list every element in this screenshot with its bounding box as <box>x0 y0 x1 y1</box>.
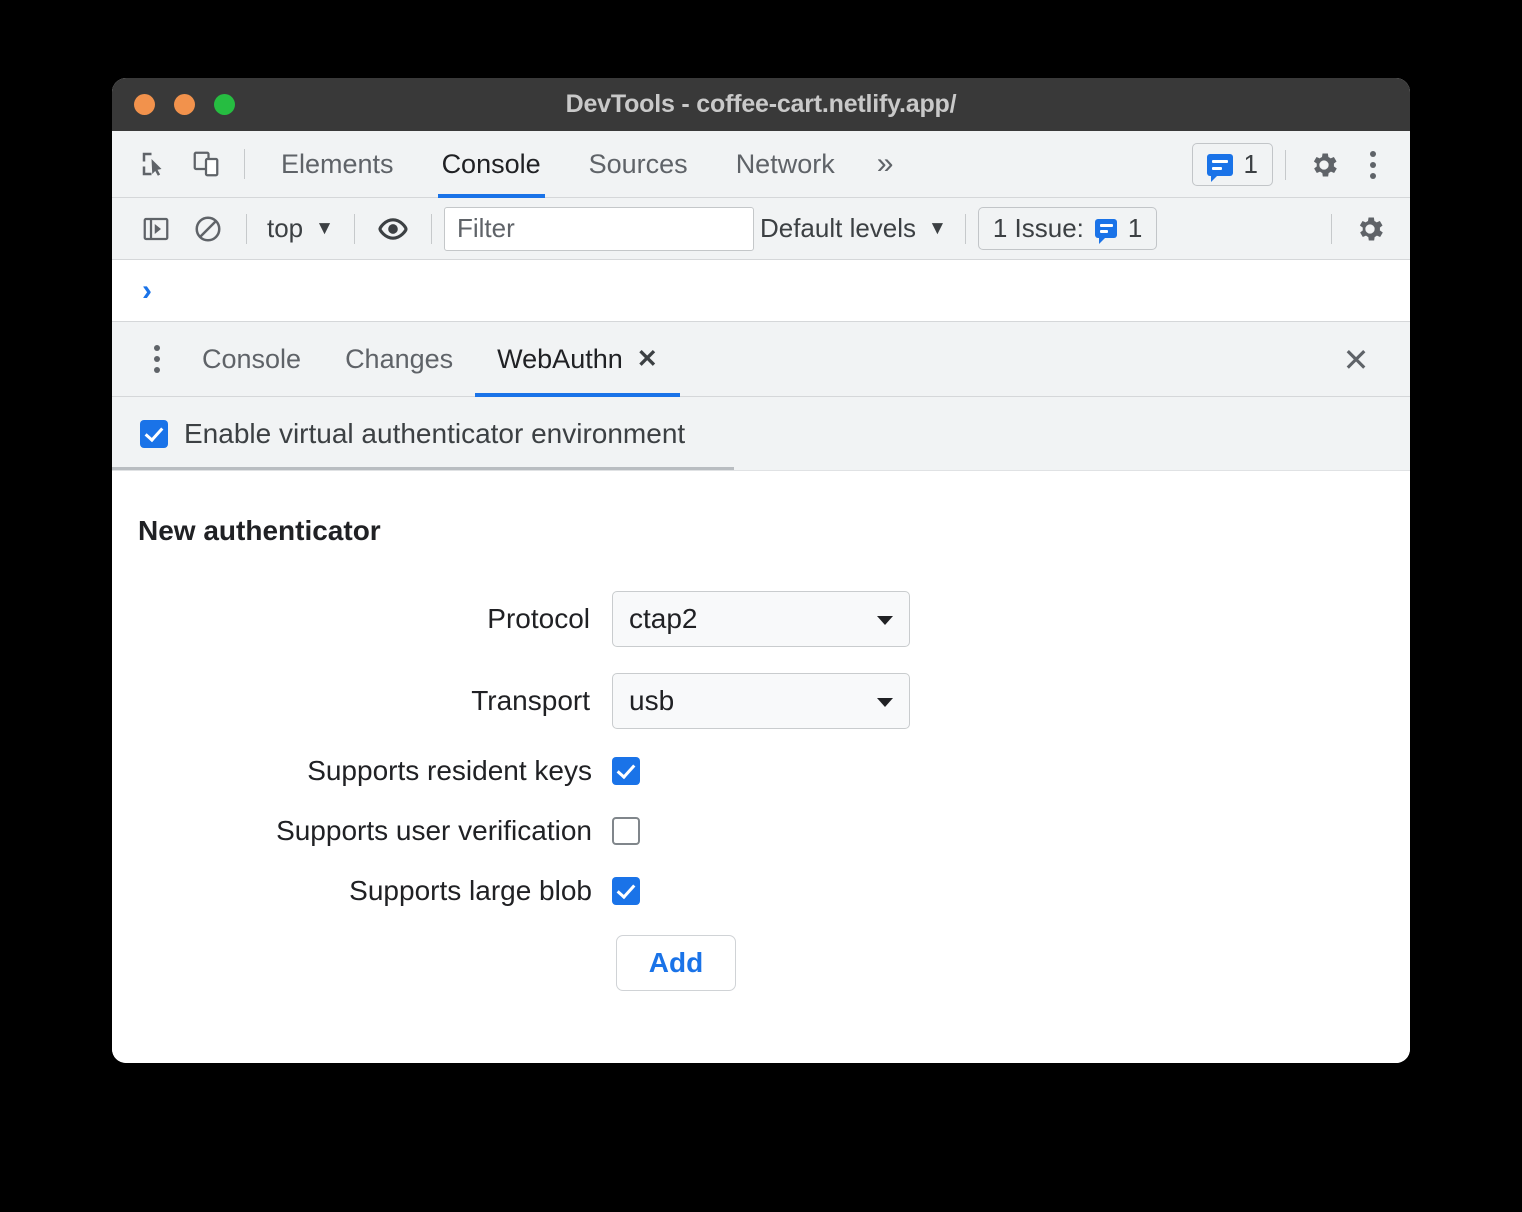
transport-select[interactable]: usb <box>612 673 910 729</box>
console-prompt-row[interactable]: › <box>112 260 1410 322</box>
tab-network-label: Network <box>735 148 835 179</box>
more-tabs-icon[interactable]: » <box>859 131 912 198</box>
execution-context-selector[interactable]: top ▼ <box>259 213 342 244</box>
live-expression-eye-icon[interactable] <box>367 203 419 255</box>
protocol-select[interactable]: ctap2 <box>612 591 910 647</box>
clear-console-icon[interactable] <box>182 203 234 255</box>
filter-input[interactable] <box>443 206 754 251</box>
transport-label: Transport <box>471 685 590 716</box>
console-settings-group <box>1319 198 1396 260</box>
close-icon[interactable]: ✕ <box>637 346 658 372</box>
issue-bubble-icon <box>1206 153 1233 182</box>
large-blob-row: Supports large blob <box>112 875 1410 907</box>
user-verification-label: Supports user verification <box>276 815 592 846</box>
console-toolbar-divider-1 <box>246 213 247 244</box>
resident-keys-row: Supports resident keys <box>112 755 1410 787</box>
minimize-window-button[interactable] <box>174 94 195 115</box>
gear-icon[interactable] <box>1298 139 1350 191</box>
tab-console[interactable]: Console <box>418 131 565 198</box>
panel-tabs: Elements Console Sources Network <box>257 131 859 198</box>
gear-icon[interactable] <box>1344 203 1396 255</box>
issues-counter-button[interactable]: 1 <box>1191 143 1273 186</box>
tab-console-label: Console <box>441 148 541 179</box>
maximize-window-button[interactable] <box>214 94 235 115</box>
title-bar: DevTools - coffee-cart.netlify.app/ <box>112 78 1410 131</box>
resident-keys-label: Supports resident keys <box>307 755 592 786</box>
transport-value: usb <box>629 685 675 716</box>
inspect-element-icon[interactable] <box>128 138 180 190</box>
console-toolbar-divider-2 <box>353 213 355 244</box>
kebab-menu-icon[interactable] <box>134 336 180 382</box>
screenshot-root: DevTools - coffee-cart.netlify.app/ Elem… <box>0 0 1522 1212</box>
drawer-tab-console[interactable]: Console <box>180 322 323 397</box>
user-verification-row: Supports user verification <box>112 815 1410 847</box>
more-tabs-glyph: » <box>876 147 894 180</box>
protocol-value: ctap2 <box>629 603 698 634</box>
tab-elements[interactable]: Elements <box>257 131 418 198</box>
tab-elements-label: Elements <box>281 148 394 179</box>
transport-row: Transport usb <box>112 673 1410 729</box>
tab-sources-label: Sources <box>588 148 688 179</box>
tab-network[interactable]: Network <box>712 131 859 198</box>
issue-bubble-icon <box>1094 219 1117 244</box>
drawer-tab-bar: Console Changes WebAuthn ✕ ✕ <box>112 322 1410 397</box>
enable-authenticator-label: Enable virtual authenticator environment <box>184 417 686 449</box>
close-icon: ✕ <box>1342 341 1370 378</box>
toolbar-divider-2 <box>1285 149 1286 180</box>
close-window-button[interactable] <box>134 94 155 115</box>
chevron-down-icon: ▼ <box>315 218 334 239</box>
large-blob-checkbox[interactable] <box>612 877 640 905</box>
enable-authenticator-checkbox[interactable] <box>140 419 168 448</box>
console-toolbar-divider-5 <box>1331 214 1332 244</box>
drawer-tab-changes[interactable]: Changes <box>323 322 475 397</box>
toolbar-divider <box>244 149 245 179</box>
console-toolbar: top ▼ Default levels ▼ 1 Issue: 1 <box>112 198 1410 260</box>
tab-sources[interactable]: Sources <box>565 131 712 198</box>
log-levels-label: Default levels <box>759 213 917 243</box>
chevron-down-icon <box>877 616 893 625</box>
console-toolbar-divider-3 <box>430 213 432 244</box>
issues-count-label: 1 <box>1243 149 1258 179</box>
close-drawer-button[interactable]: ✕ <box>1326 322 1386 397</box>
toolbar-right-group: 1 <box>1191 131 1396 198</box>
drawer-tab-webauthn-label: WebAuthn <box>497 343 623 374</box>
new-authenticator-title: New authenticator <box>138 515 381 546</box>
protocol-row: Protocol ctap2 <box>112 591 1410 647</box>
drawer-tab-webauthn[interactable]: WebAuthn ✕ <box>475 322 680 397</box>
console-sidebar-icon[interactable] <box>130 203 182 255</box>
console-toolbar-divider-4 <box>964 213 966 244</box>
protocol-label: Protocol <box>487 603 590 634</box>
chevron-down-icon: ▼ <box>928 218 947 239</box>
webauthn-panel: New authenticator Protocol ctap2 Transpo… <box>112 471 1410 1063</box>
user-verification-checkbox[interactable] <box>612 817 640 845</box>
add-button-row: Add <box>112 935 1410 991</box>
device-toolbar-icon[interactable] <box>180 138 232 190</box>
issue-status-button[interactable]: 1 Issue: 1 <box>977 207 1158 250</box>
main-toolbar: Elements Console Sources Network » 1 <box>112 131 1410 198</box>
kebab-menu-icon[interactable] <box>1350 142 1396 188</box>
add-authenticator-button[interactable]: Add <box>616 935 736 991</box>
window-controls <box>134 78 235 131</box>
issue-status-count: 1 <box>1127 213 1143 243</box>
devtools-window: DevTools - coffee-cart.netlify.app/ Elem… <box>112 78 1410 1063</box>
log-levels-selector[interactable]: Default levels ▼ <box>760 213 947 244</box>
enable-authenticator-row[interactable]: Enable virtual authenticator environment <box>112 397 1410 470</box>
console-prompt-arrow: › <box>142 273 152 307</box>
resident-keys-checkbox[interactable] <box>612 757 640 785</box>
chevron-down-icon <box>877 698 893 707</box>
issue-status-label: 1 Issue: <box>992 213 1084 243</box>
drawer-tab-changes-label: Changes <box>345 343 454 374</box>
large-blob-label: Supports large blob <box>349 875 592 906</box>
drawer-tab-console-label: Console <box>202 343 302 374</box>
window-title: DevTools - coffee-cart.netlify.app/ <box>565 90 957 118</box>
execution-context-label: top <box>267 213 304 243</box>
